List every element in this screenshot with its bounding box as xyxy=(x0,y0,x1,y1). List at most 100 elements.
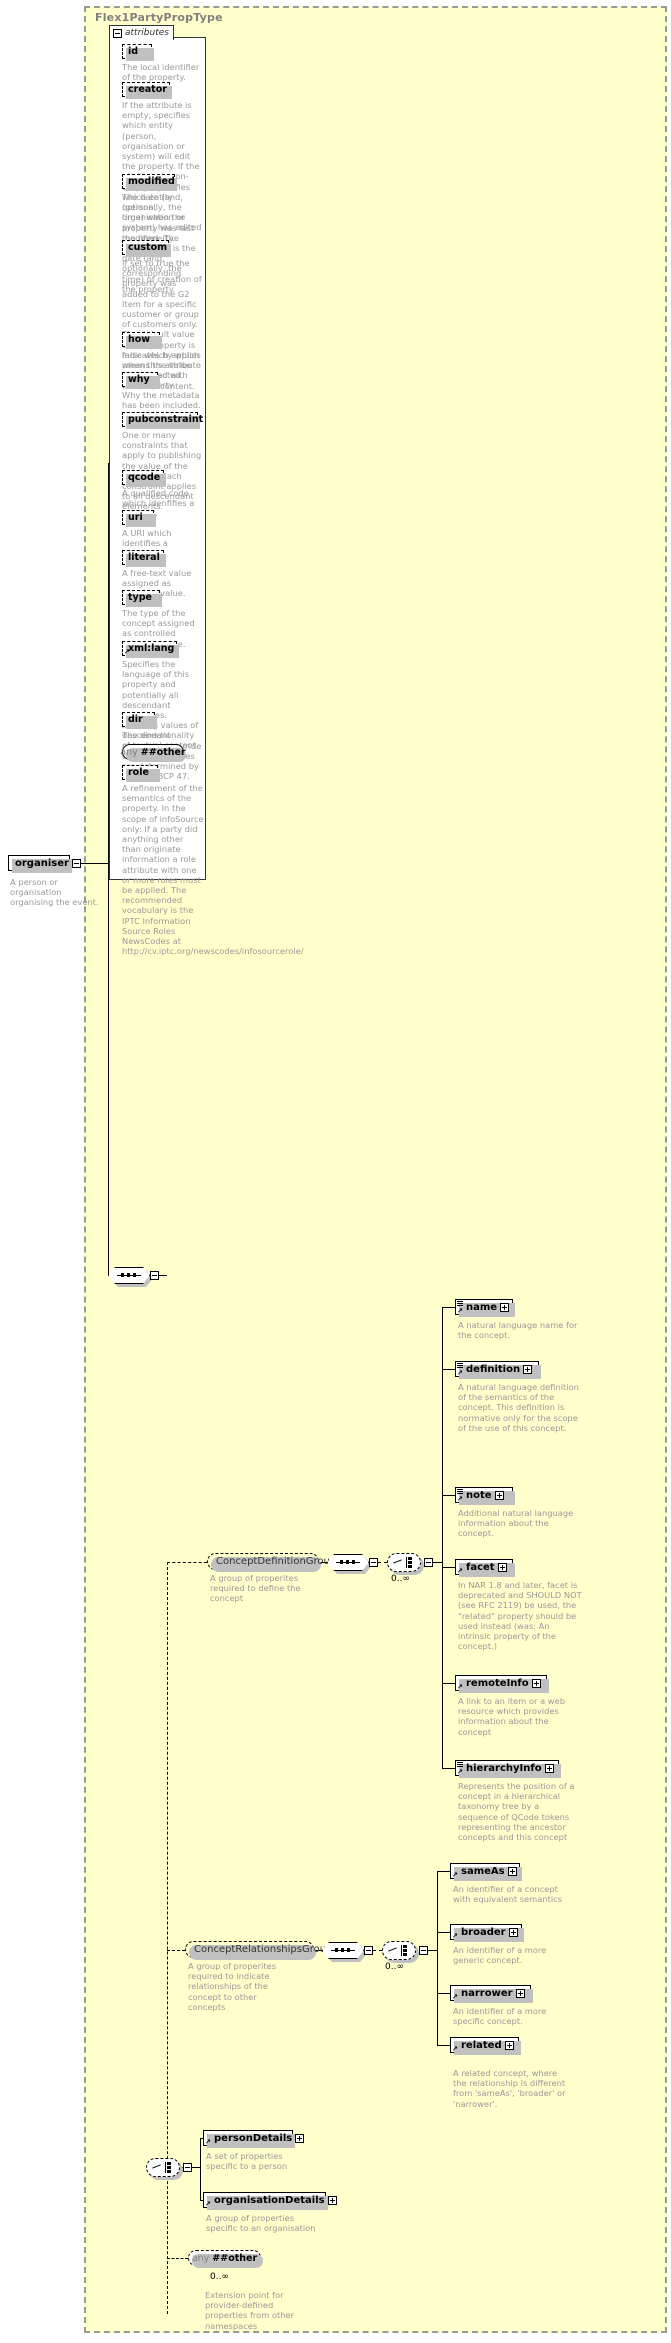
choice-collapse-icon-details[interactable] xyxy=(183,2163,192,2172)
element-desc-related: A related concept, where the relationshi… xyxy=(453,2068,566,2109)
element-expand-icon[interactable] xyxy=(507,1866,517,1876)
element-desc-persondetails: A set of properties specific to a person xyxy=(206,2151,288,2172)
attribute-label: creator xyxy=(128,84,167,95)
element-label: name xyxy=(466,1301,498,1313)
element-expand-icon[interactable] xyxy=(497,1562,507,1572)
occurrence-label-cdg: 0..∞ xyxy=(391,1574,410,1584)
namespace-arrow-icon: ↗ xyxy=(457,1369,463,1377)
element-node-facet[interactable]: ↗ facet xyxy=(455,1559,515,1577)
attribute-node-creator[interactable]: creator xyxy=(122,82,172,99)
attribute-label: role xyxy=(128,767,149,778)
element-expand-icon[interactable] xyxy=(508,1927,518,1937)
organiser-collapse-icon[interactable] xyxy=(71,858,81,868)
namespace-arrow-icon: ↗ xyxy=(457,1495,463,1503)
element-node-name[interactable]: ↗ name xyxy=(455,1299,515,1317)
group-node-concept-definition-group[interactable]: ConceptDefinitionGroup xyxy=(207,1553,349,1572)
namespace-arrow-icon: ↗ xyxy=(457,1768,463,1776)
element-expand-icon[interactable] xyxy=(327,2195,337,2205)
attribute-node-qcode[interactable]: qcode xyxy=(122,470,166,487)
sequence-compositor-cdg[interactable] xyxy=(327,1554,372,1574)
element-expand-icon[interactable] xyxy=(531,1678,541,1688)
element-label: narrower xyxy=(461,1987,513,1999)
connector-dashed xyxy=(167,1562,168,2314)
element-node-note[interactable]: ↗ note xyxy=(455,1487,515,1505)
element-node-definition[interactable]: ↗ definition xyxy=(455,1361,541,1379)
attribute-node-id[interactable]: id xyxy=(122,44,154,61)
element-label: organisationDetails xyxy=(214,2194,325,2206)
element-label: organiser xyxy=(15,857,69,869)
element-node-organisationdetails[interactable]: ↗ organisationDetails xyxy=(203,2192,337,2210)
element-desc-sameas: An identifier of a concept with equivale… xyxy=(453,1884,563,1905)
element-node-narrower[interactable]: ↗ narrower xyxy=(450,1985,533,2003)
element-node-remoteinfo[interactable]: ↗ remoteInfo xyxy=(455,1675,549,1693)
any-attribute-namespace: ##other xyxy=(140,746,186,758)
sequence-compositor-crg[interactable] xyxy=(322,1942,367,1962)
attribute-node-literal[interactable]: literal xyxy=(122,550,166,567)
choice-collapse-icon-cdg[interactable] xyxy=(424,1558,433,1567)
attributes-collapse-icon[interactable] xyxy=(113,28,122,38)
sequence-collapse-icon-main[interactable] xyxy=(150,1271,159,1280)
any-attribute-node[interactable]: any ##other xyxy=(120,744,186,762)
attribute-node-type[interactable]: type xyxy=(122,590,162,607)
element-expand-icon[interactable] xyxy=(500,1302,510,1312)
any-element-node[interactable]: any ##other xyxy=(188,2250,263,2268)
element-desc-narrower: An identifier of a more specific concept… xyxy=(453,2006,547,2027)
connector xyxy=(108,863,109,1275)
attribute-node-pubconstraint[interactable]: pubconstraint xyxy=(122,412,203,429)
element-label: related xyxy=(461,2039,502,2051)
group-label: ConceptDefinitionGroup xyxy=(216,1556,337,1567)
any-attribute-prefix: any xyxy=(120,746,138,758)
connector xyxy=(108,463,109,863)
element-node-organiser[interactable]: organiser xyxy=(8,855,81,873)
attribute-label: why xyxy=(128,374,150,385)
occurrence-label-crg: 0..∞ xyxy=(385,1962,404,1972)
element-label: remoteInfo xyxy=(466,1677,529,1689)
content-lines-icon xyxy=(457,1300,463,1306)
attribute-label: pubconstraint xyxy=(128,414,204,425)
connector xyxy=(108,463,109,464)
attribute-node-uri[interactable]: uri xyxy=(122,510,156,527)
attribute-node-dir[interactable]: dir xyxy=(122,712,157,729)
namespace-arrow-icon: ↗ xyxy=(452,1993,458,2001)
sequence-collapse-icon-cdg[interactable] xyxy=(369,1558,378,1567)
group-node-concept-relationships-group[interactable]: ConceptRelationshipsGroup xyxy=(185,1941,345,1960)
element-node-hierarchyinfo[interactable]: ↗ hierarchyInfo xyxy=(455,1760,561,1778)
element-expand-icon[interactable] xyxy=(295,2133,305,2143)
choice-compositor-cdg[interactable] xyxy=(387,1553,424,1575)
connector xyxy=(442,1369,455,1370)
choice-compositor-crg[interactable] xyxy=(382,1941,419,1963)
attribute-desc-why: Why the metadata has been included. xyxy=(122,390,201,411)
element-expand-icon[interactable] xyxy=(494,1490,504,1500)
content-lines-icon xyxy=(457,1488,463,1494)
attribute-node-xml-lang[interactable]: ↗ xml:lang xyxy=(122,641,179,658)
element-expand-icon[interactable] xyxy=(515,1988,525,1998)
attribute-node-why[interactable]: why xyxy=(122,372,160,389)
element-desc-name: A natural language name for the concept. xyxy=(458,1320,578,1341)
element-expand-icon[interactable] xyxy=(523,1364,533,1374)
attributes-tab[interactable]: attributes xyxy=(109,25,174,40)
element-label: personDetails xyxy=(214,2132,293,2144)
connector xyxy=(442,1495,455,1496)
element-desc-definition: A natural language definition of the sem… xyxy=(458,1382,579,1433)
sequence-compositor-main[interactable] xyxy=(108,1267,153,1287)
attribute-node-custom[interactable]: custom xyxy=(122,240,171,257)
element-node-sameas[interactable]: ↗ sameAs xyxy=(450,1863,522,1881)
attribute-node-how[interactable]: how xyxy=(122,332,162,349)
namespace-arrow-icon: ↗ xyxy=(124,648,130,656)
element-node-broader[interactable]: ↗ broader xyxy=(450,1924,524,1942)
connector xyxy=(437,1871,450,1872)
element-expand-icon[interactable] xyxy=(544,1763,554,1773)
connector xyxy=(442,1307,443,1769)
sequence-collapse-icon-crg[interactable] xyxy=(364,1946,373,1955)
connector xyxy=(200,2138,201,2201)
attribute-label: type xyxy=(128,592,152,603)
connector xyxy=(437,1871,438,2046)
element-expand-icon[interactable] xyxy=(504,2040,514,2050)
element-node-persondetails[interactable]: ↗ personDetails xyxy=(203,2130,305,2148)
choice-collapse-icon-crg[interactable] xyxy=(419,1946,428,1955)
choice-compositor-details[interactable] xyxy=(146,2158,183,2180)
complextype-title: Flex1PartyPropType xyxy=(95,11,223,24)
attribute-node-modified[interactable]: modified xyxy=(122,174,177,191)
attribute-node-role[interactable]: role xyxy=(122,765,160,782)
element-node-related[interactable]: ↗ related xyxy=(450,2037,521,2055)
